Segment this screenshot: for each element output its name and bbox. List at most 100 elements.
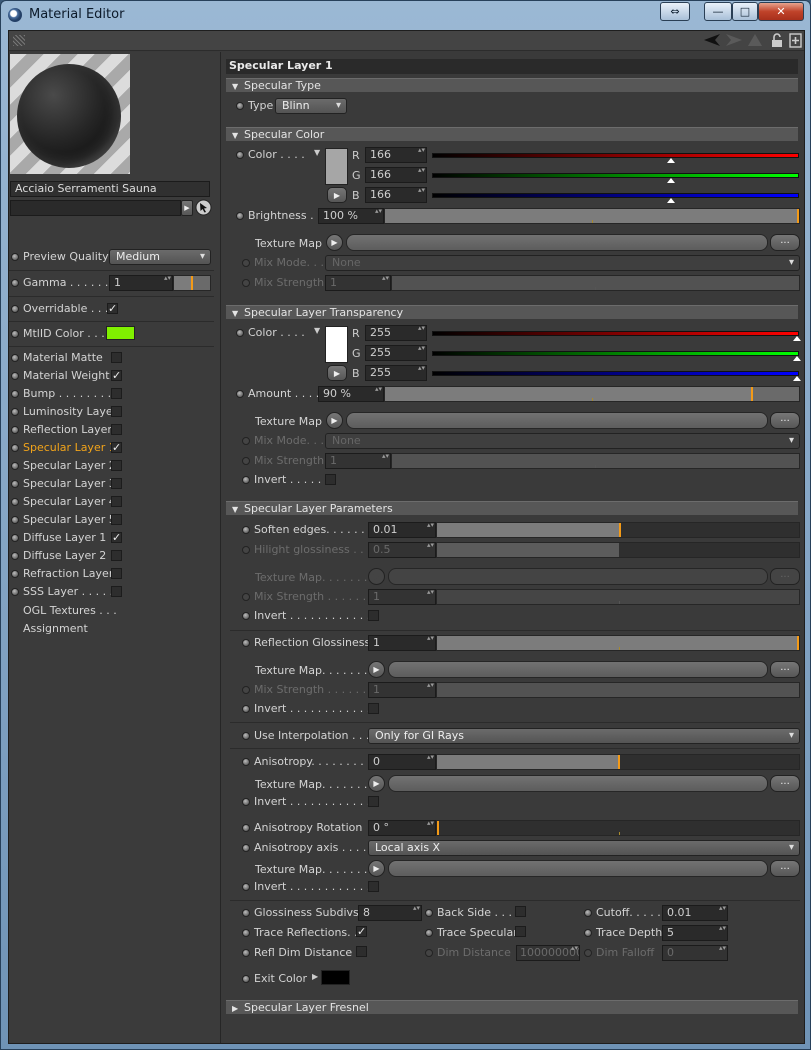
- channel-checkbox[interactable]: [111, 550, 122, 561]
- aniso-texture-play-button[interactable]: ▶: [368, 775, 385, 792]
- grip-icon[interactable]: [13, 35, 25, 46]
- channel-label[interactable]: Diffuse Layer 2: [23, 549, 106, 562]
- refl-texture-slot[interactable]: [388, 661, 768, 678]
- exit-color-dot[interactable]: [242, 975, 250, 983]
- use-interpolation-select[interactable]: Only for GI Rays: [368, 728, 800, 744]
- transp-color-swatch[interactable]: [325, 326, 348, 363]
- material-name-field[interactable]: Acciaio Serramenti Sauna: [10, 181, 210, 197]
- mix-mode-dot[interactable]: [242, 259, 250, 267]
- soften-edges-slider[interactable]: [436, 522, 800, 538]
- trace-depth-field[interactable]: 5: [662, 925, 728, 941]
- channel-label[interactable]: Refraction Layer: [23, 567, 113, 580]
- transp-mix-mode-select[interactable]: None: [325, 433, 800, 449]
- type-select[interactable]: Blinn: [275, 98, 347, 114]
- play-small-button[interactable]: ▶: [181, 200, 193, 216]
- assignment-item[interactable]: Assignment: [23, 622, 88, 635]
- axis-texture-browse-button[interactable]: ...: [770, 860, 800, 877]
- transp-texture-play-button[interactable]: ▶: [326, 412, 343, 429]
- amount-field[interactable]: 90 %: [318, 386, 384, 402]
- soften-edges-dot[interactable]: [242, 526, 250, 534]
- param-mix-strength-dot[interactable]: [242, 593, 250, 601]
- transp-mix-strength-slider[interactable]: [391, 453, 800, 469]
- channel-dot[interactable]: [11, 552, 19, 560]
- brightness-slider[interactable]: [384, 208, 800, 224]
- channel-checkbox[interactable]: [111, 424, 122, 435]
- channel-dot[interactable]: [11, 426, 19, 434]
- refl-invert-dot[interactable]: [242, 705, 250, 713]
- group-specular-type[interactable]: ▼ Specular Type: [226, 78, 798, 92]
- param-texture-play-button[interactable]: ▶: [368, 568, 385, 585]
- anisotropy-slider[interactable]: [436, 754, 800, 770]
- reflection-glossiness-slider[interactable]: [436, 635, 800, 651]
- channel-dot[interactable]: [11, 462, 19, 470]
- transp-invert-dot[interactable]: [242, 476, 250, 484]
- refl-mix-strength-slider[interactable]: [436, 682, 800, 698]
- hilight-glossiness-slider[interactable]: [436, 542, 800, 558]
- channel-dot[interactable]: [11, 498, 19, 506]
- color-expand-button[interactable]: ▶: [327, 187, 347, 203]
- transp-g-field[interactable]: 255: [365, 345, 427, 361]
- back-side-checkbox[interactable]: [515, 906, 526, 917]
- forward-arrow-icon[interactable]: [725, 33, 743, 47]
- dim-falloff-field[interactable]: 0: [662, 945, 728, 961]
- channel-checkbox[interactable]: [111, 478, 122, 489]
- new-window-icon[interactable]: [789, 33, 802, 48]
- channel-checkbox[interactable]: ✓: [111, 370, 122, 381]
- gamma-field[interactable]: 1: [109, 275, 173, 291]
- channel-checkbox[interactable]: [111, 496, 122, 507]
- anisotropy-dot[interactable]: [242, 758, 250, 766]
- channel-label[interactable]: Bump . . . . . . . . .: [23, 387, 118, 400]
- anisotropy-rotation-dot[interactable]: [242, 824, 250, 832]
- maximize-button[interactable]: □: [732, 2, 758, 21]
- group-specular-transparency[interactable]: ▼ Specular Layer Transparency: [226, 305, 798, 319]
- glossiness-subdivs-dot[interactable]: [242, 909, 250, 917]
- use-interpolation-dot[interactable]: [242, 732, 250, 740]
- channel-dot[interactable]: [11, 570, 19, 578]
- lock-icon[interactable]: [771, 33, 783, 48]
- color-dot[interactable]: [236, 151, 244, 159]
- overridable-checkbox[interactable]: ✓: [107, 303, 118, 314]
- spec-g-field[interactable]: 166: [365, 167, 427, 183]
- transp-color-dot[interactable]: [236, 329, 244, 337]
- transp-mix-mode-dot[interactable]: [242, 437, 250, 445]
- refl-mix-strength-field[interactable]: 1: [368, 682, 436, 698]
- axis-texture-play-button[interactable]: ▶: [368, 860, 385, 877]
- reflection-glossiness-field[interactable]: 1: [368, 635, 436, 651]
- soften-edges-field[interactable]: 0.01: [368, 522, 436, 538]
- overridable-dot[interactable]: [11, 305, 19, 313]
- dim-falloff-dot[interactable]: [584, 949, 592, 957]
- channel-label[interactable]: Material Weight: [23, 369, 110, 382]
- cutoff-dot[interactable]: [584, 909, 592, 917]
- transp-b-gradient-slider[interactable]: [432, 371, 801, 381]
- channel-label[interactable]: Specular Layer 1: [23, 441, 116, 454]
- channel-checkbox[interactable]: [111, 406, 122, 417]
- specular-color-swatch[interactable]: [325, 148, 348, 185]
- mtlid-color-swatch[interactable]: [106, 326, 135, 340]
- channel-label[interactable]: Material Matte: [23, 351, 103, 364]
- spec-b-field[interactable]: 166: [365, 187, 427, 203]
- aniso-invert-dot[interactable]: [242, 798, 250, 806]
- channel-dot[interactable]: [11, 534, 19, 542]
- title-bar[interactable]: Material Editor ⇔ — □ ✕: [1, 1, 810, 29]
- minimize-button[interactable]: —: [704, 2, 732, 21]
- hilight-glossiness-dot[interactable]: [242, 546, 250, 554]
- anisotropy-rotation-field[interactable]: 0 °: [368, 820, 436, 836]
- anisotropy-axis-dot[interactable]: [242, 844, 250, 852]
- axis-texture-slot[interactable]: [388, 860, 768, 877]
- transp-r-gradient-slider[interactable]: [432, 331, 801, 341]
- exit-color-swatch[interactable]: [321, 970, 350, 985]
- channel-dot[interactable]: [11, 372, 19, 380]
- param-texture-slot[interactable]: [388, 568, 768, 585]
- trace-specular-dot[interactable]: [425, 929, 433, 937]
- refl-texture-play-button[interactable]: ▶: [368, 661, 385, 678]
- transp-g-gradient-slider[interactable]: [432, 351, 801, 361]
- channel-dot[interactable]: [11, 390, 19, 398]
- texture-play-button[interactable]: ▶: [326, 234, 343, 251]
- mix-strength-dot[interactable]: [242, 279, 250, 287]
- channel-checkbox[interactable]: [111, 352, 122, 363]
- preview-quality-dot[interactable]: [11, 253, 19, 261]
- transp-mix-strength-field[interactable]: 1: [325, 453, 391, 469]
- preview-quality-select[interactable]: Medium: [109, 249, 211, 265]
- channel-checkbox[interactable]: ✓: [111, 442, 122, 453]
- back-side-dot[interactable]: [425, 909, 433, 917]
